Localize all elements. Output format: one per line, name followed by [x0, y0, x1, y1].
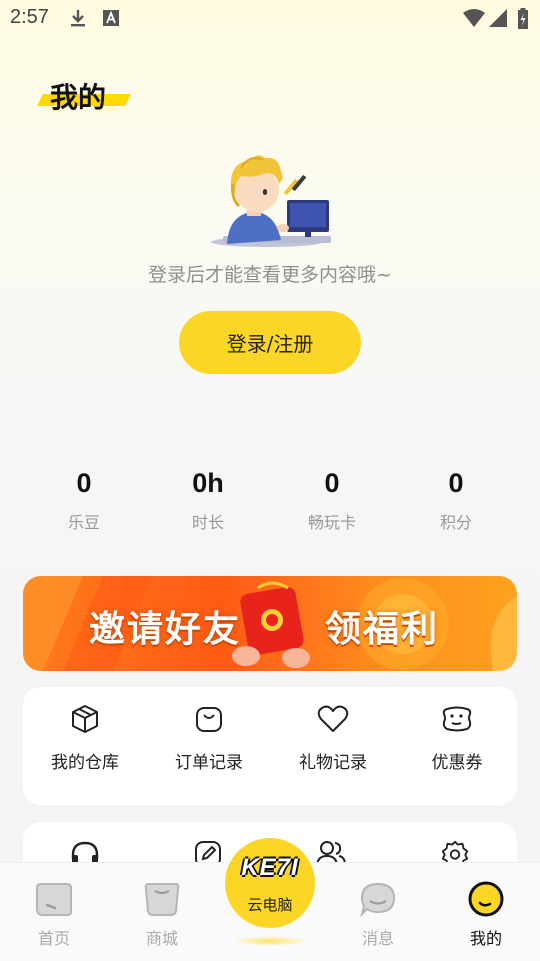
stat-value: 0 — [324, 468, 340, 498]
stat-value: 0h — [192, 468, 224, 498]
status-bar: 2:57 — [0, 0, 540, 36]
stat-duration[interactable]: 0h 时长 — [146, 468, 270, 533]
login-hint-text: 登录后才能查看更多内容哦~ — [148, 264, 392, 286]
tab-home[interactable]: 首页 — [14, 881, 94, 949]
menu-label: 优惠券 — [431, 753, 483, 773]
menu-label: 订单记录 — [175, 753, 243, 773]
login-register-button[interactable]: 登录/注册 — [179, 311, 361, 374]
mall-icon — [144, 883, 180, 916]
stat-points[interactable]: 0 积分 — [394, 468, 518, 533]
download-icon — [71, 10, 85, 27]
tab-cloud-computer[interactable]: KE7I 云电脑 — [225, 838, 315, 928]
stat-label: 时长 — [191, 513, 224, 532]
banner-right-text: 领福利 — [325, 609, 440, 650]
menu-item-gifts[interactable]: 礼物记录 — [271, 704, 395, 773]
tab-mine[interactable]: 我的 — [446, 881, 526, 949]
stat-ledou[interactable]: 0 乐豆 — [22, 468, 146, 533]
tab-label: 商城 — [145, 929, 178, 948]
menu-card: 我的仓库 订单记录 礼物记录 优惠券 — [23, 687, 517, 805]
menu-label: 礼物记录 — [299, 753, 367, 773]
page-title-wrap: 我的 — [37, 74, 131, 114]
battery-icon — [518, 8, 528, 29]
invite-friends-banner[interactable]: 邀请好友 领福利 — [23, 576, 517, 671]
heart-icon — [317, 705, 349, 732]
status-time: 2:57 — [10, 6, 49, 28]
wifi-icon — [463, 9, 485, 27]
stat-play-card[interactable]: 0 畅玩卡 — [270, 468, 394, 533]
page-title: 我的 — [50, 81, 107, 114]
stat-value: 0 — [448, 468, 464, 498]
box-icon — [72, 705, 98, 733]
menu-item-coupons[interactable]: 优惠券 — [395, 704, 519, 773]
center-tab-glow — [232, 936, 308, 946]
default-avatar-illustration — [211, 155, 331, 247]
font-app-icon — [103, 10, 119, 26]
coupon-icon — [442, 706, 472, 732]
home-icon — [36, 883, 72, 916]
stat-label: 积分 — [439, 513, 472, 532]
signal-icon — [489, 9, 507, 27]
menu-label: 我的仓库 — [51, 753, 119, 773]
banner-left-text: 邀请好友 — [89, 609, 242, 650]
cloud-computer-logo: KE7I — [241, 854, 299, 881]
tab-messages[interactable]: 消息 — [338, 881, 418, 949]
tab-label: 我的 — [469, 929, 502, 948]
menu-item-orders[interactable]: 订单记录 — [147, 704, 271, 773]
stat-value: 0 — [76, 468, 92, 498]
profile-tab-icon — [468, 881, 504, 917]
menu-item-warehouse[interactable]: 我的仓库 — [23, 704, 147, 773]
tab-label: 云电脑 — [247, 896, 293, 914]
tab-label: 消息 — [361, 929, 394, 948]
message-bubble-icon — [360, 882, 396, 918]
tab-mall[interactable]: 商城 — [122, 881, 202, 949]
stat-label: 乐豆 — [67, 513, 100, 532]
stats-row: 0 乐豆 0h 时长 0 畅玩卡 0 积分 — [22, 468, 518, 538]
stat-label: 畅玩卡 — [307, 513, 356, 532]
shopping-bag-icon — [196, 707, 222, 732]
tab-label: 首页 — [37, 929, 70, 948]
